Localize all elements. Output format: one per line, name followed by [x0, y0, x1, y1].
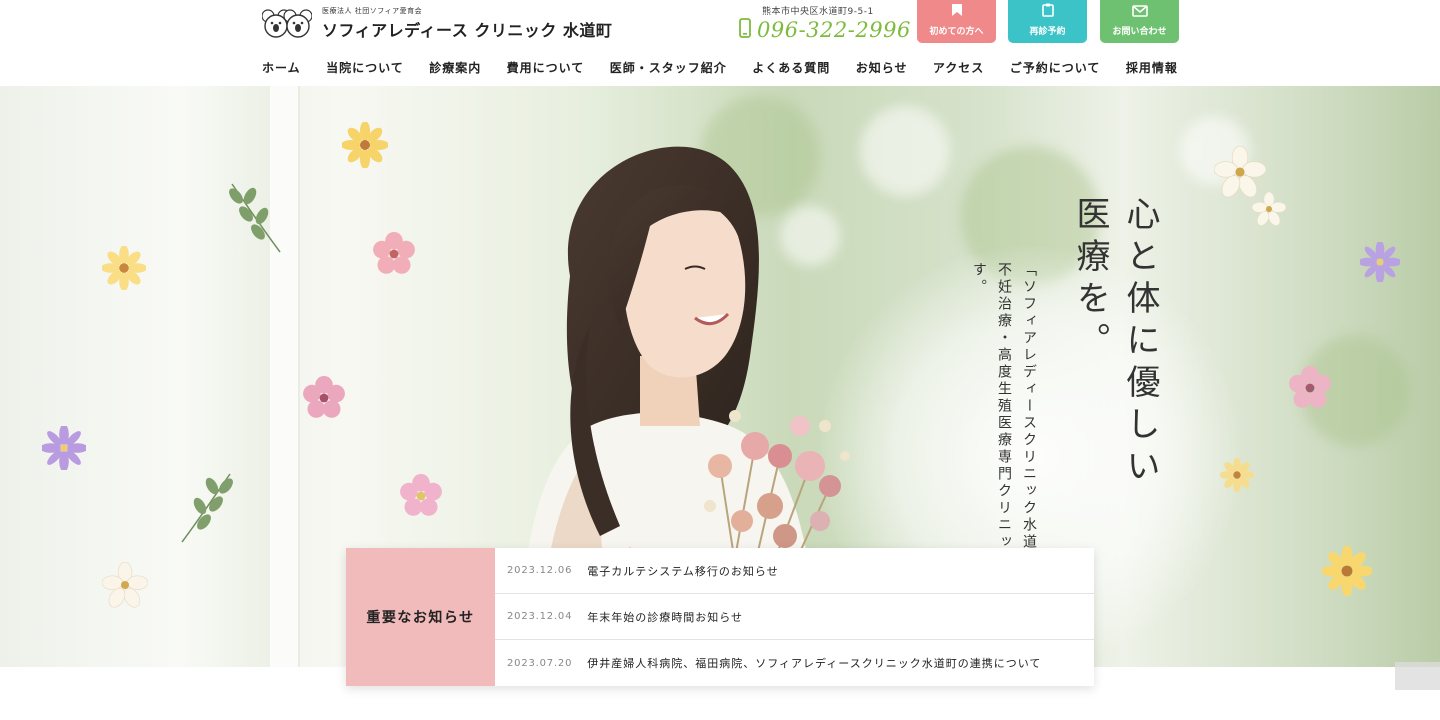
notice-title: 重要なお知らせ [366, 610, 475, 626]
clinic-address: 熊本市中央区水道町9-5-1 [762, 7, 874, 17]
yellow-flower-icon [102, 246, 146, 290]
notice-item[interactable]: 2023.12.04 年末年始の診療時間お知らせ [495, 594, 1094, 640]
pink-flower-icon [400, 474, 442, 516]
notice-link[interactable]: 伊井産婦人科病院、福田病院、ソフィアレディースクリニック水道町の連携について [587, 655, 1041, 671]
phone-link[interactable]: 096-322-2996 [739, 18, 911, 42]
yellow-flower-icon [1220, 458, 1254, 492]
revisit-reservation-button[interactable]: 再診予約 [1008, 0, 1087, 43]
clinic-name: ソフィアレディース クリニック 水道町 [322, 21, 613, 40]
white-flower-icon [1252, 192, 1286, 226]
notice-heading-panel: 重要なお知らせ [346, 548, 495, 686]
yellow-flower-icon [1322, 546, 1372, 596]
contact-button[interactable]: お問い合わせ [1100, 0, 1179, 43]
clipboard-icon [1041, 3, 1054, 20]
phone-number: 096-322-2996 [757, 18, 911, 42]
window-background [0, 86, 300, 667]
nav-item-about[interactable]: 当院について [326, 59, 404, 76]
hero-tagline: 心と体に優しい医療を。 [1070, 196, 1160, 490]
notice-date: 2023.12.06 [507, 565, 573, 576]
nav-item-fees[interactable]: 費用について [507, 59, 585, 76]
koala-logo-icon [261, 7, 313, 41]
contact-label: お問い合わせ [1112, 27, 1167, 37]
nav-item-faq[interactable]: よくある質問 [752, 59, 830, 76]
leaf-sprig-icon [229, 183, 281, 253]
yellow-flower-icon [342, 122, 388, 168]
site-header: 医療法人 社団ソフィア愛育会 ソフィアレディース クリニック 水道町 熊本市中央… [0, 0, 1440, 86]
notice-link[interactable]: 年末年始の診療時間お知らせ [587, 609, 743, 625]
window-post [270, 86, 298, 667]
white-flower-icon [1214, 146, 1266, 198]
logo-subtitle: 医療法人 社団ソフィア愛育会 [322, 7, 423, 15]
first-visit-label: 初めての方へ [929, 27, 984, 37]
notice-date: 2023.07.20 [507, 657, 573, 669]
nav-item-home[interactable]: ホーム [262, 59, 301, 76]
bookmark-icon [951, 3, 963, 20]
purple-flower-icon [42, 426, 86, 470]
notice-item[interactable]: 2023.07.20 伊井産婦人科病院、福田病院、ソフィアレディースクリニック水… [495, 640, 1094, 686]
mobile-phone-icon [739, 18, 751, 42]
revisit-label: 再診予約 [1029, 27, 1066, 37]
white-flower-icon [102, 562, 148, 608]
nav-item-recruit[interactable]: 採用情報 [1126, 59, 1178, 76]
global-nav: ホーム 当院について 診療案内 費用について 医師・スタッフ紹介 よくある質問 … [262, 59, 1178, 76]
pink-flower-icon [373, 232, 415, 274]
notice-list: 2023.12.06 電子カルテシステム移行のお知らせ 2023.12.04 年… [495, 548, 1094, 686]
nav-item-reservation[interactable]: ご予約について [1010, 59, 1101, 76]
mail-icon [1131, 5, 1148, 20]
nav-item-treatment[interactable]: 診療案内 [429, 59, 481, 76]
notice-date: 2023.12.04 [507, 611, 573, 622]
pink-flower-icon [1289, 366, 1331, 408]
pink-flower-icon [303, 376, 345, 418]
logo[interactable]: 医療法人 社団ソフィア愛育会 ソフィアレディース クリニック 水道町 [261, 6, 613, 41]
purple-flower-icon [1360, 242, 1400, 282]
first-visit-button[interactable]: 初めての方へ [917, 0, 996, 43]
leaf-sprig-icon [181, 473, 233, 543]
notice-item[interactable]: 2023.12.06 電子カルテシステム移行のお知らせ [495, 548, 1094, 594]
important-notice-box: 重要なお知らせ 2023.12.06 電子カルテシステム移行のお知らせ 2023… [346, 548, 1094, 686]
nav-item-staff[interactable]: 医師・スタッフ紹介 [610, 59, 727, 76]
notice-link[interactable]: 電子カルテシステム移行のお知らせ [587, 563, 778, 579]
nav-item-news[interactable]: お知らせ [856, 59, 908, 76]
page-top-button[interactable] [1395, 662, 1440, 690]
nav-item-access[interactable]: アクセス [933, 59, 984, 76]
